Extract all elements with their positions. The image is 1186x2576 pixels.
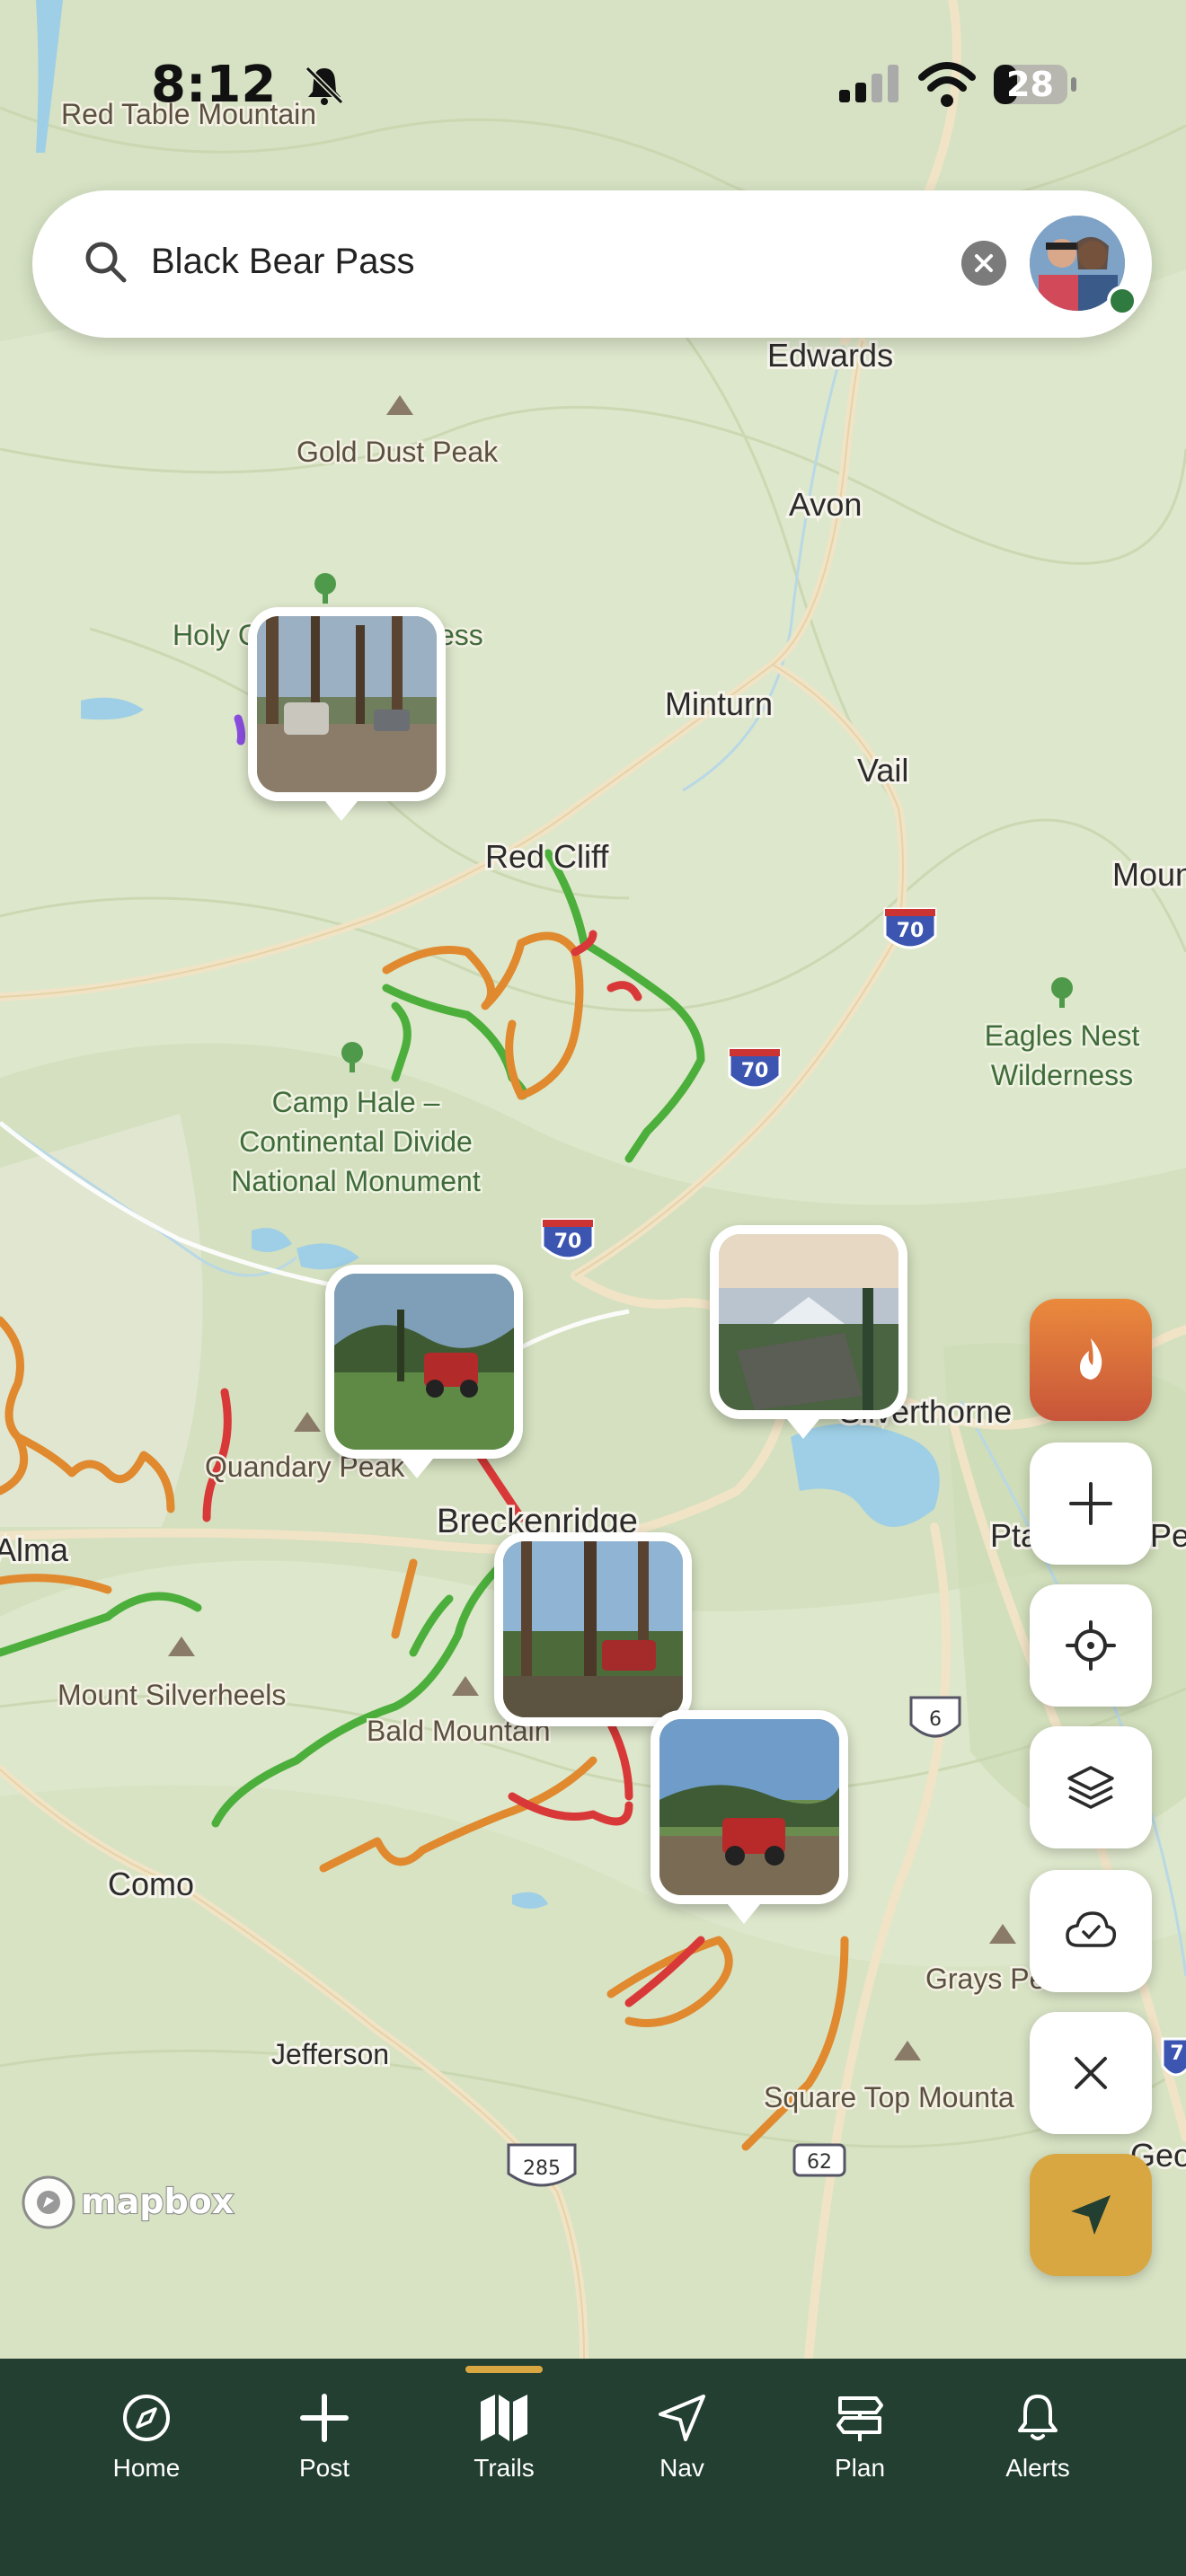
map-label: Mount Silverheels — [58, 1679, 286, 1711]
map-label: Square Top Mounta — [764, 2081, 1014, 2113]
route62-shield-label: 62 — [807, 2151, 832, 2174]
map-label: Gold Dust Peak — [296, 436, 499, 468]
mountain-view-photo — [719, 1234, 898, 1410]
map-label: Edwards — [767, 337, 893, 374]
bell-icon — [1018, 2395, 1058, 2440]
map-label: Moun — [1112, 856, 1186, 893]
map-label: Alma — [0, 1531, 69, 1568]
nav-nav[interactable]: Nav — [606, 2389, 758, 2506]
nav-post[interactable]: Post — [248, 2389, 401, 2506]
map-label: Avon — [789, 486, 862, 523]
jeep-trailhead-photo — [659, 1719, 839, 1895]
pin-tip — [401, 1459, 433, 1478]
map-label: Minturn — [665, 685, 773, 722]
nav-label: Plan — [834, 2454, 886, 2482]
route-shield-label: 7 — [1170, 2042, 1183, 2065]
mapbox-wordmark: mapbox — [81, 2182, 234, 2221]
i70-shield-label: 70 — [741, 1060, 769, 1082]
trail-photo-pin[interactable] — [651, 1710, 848, 1904]
map-label: Vail — [857, 752, 908, 789]
plus-icon — [1069, 1482, 1112, 1525]
trail-photo-pin[interactable] — [325, 1265, 523, 1459]
pin-tip — [787, 1419, 819, 1439]
map-label: Red Cliff — [485, 838, 609, 875]
map-label: Camp Hale – — [272, 1086, 440, 1118]
crosshair-icon — [1066, 1620, 1116, 1671]
cellular-signal-icon — [839, 65, 898, 102]
layers-button[interactable] — [1030, 1726, 1152, 1848]
compass-icon — [123, 2395, 170, 2441]
us285-shield-label: 285 — [523, 2157, 561, 2180]
nav-alerts[interactable]: Alerts — [961, 2389, 1114, 2506]
pin-tip — [325, 801, 358, 821]
nav-label: Trails — [474, 2454, 535, 2482]
bell-slash-icon — [305, 66, 344, 105]
jeep-meadow-photo — [334, 1274, 514, 1450]
search-input[interactable]: Black Bear Pass — [151, 234, 414, 289]
fire-icon — [1080, 1338, 1102, 1380]
map-label: Wilderness — [991, 1059, 1133, 1091]
navigate-button[interactable] — [1030, 2154, 1152, 2276]
navigation-arrow-icon — [1071, 2195, 1111, 2235]
forest-camp-photo — [503, 1541, 683, 1717]
map-label: Eagles Nest — [985, 1019, 1140, 1052]
nav-label: Home — [112, 2454, 181, 2482]
offline-maps-button[interactable] — [1030, 1870, 1152, 1992]
search-icon — [85, 242, 127, 283]
i70-shield-label: 70 — [554, 1231, 582, 1253]
map-label: Pea — [1150, 1517, 1186, 1554]
locate-button[interactable] — [1030, 1584, 1152, 1707]
online-status-indicator — [1107, 286, 1137, 316]
nav-label: Alerts — [1005, 2454, 1070, 2482]
i70-shield-label: 70 — [897, 920, 925, 942]
trail-photo-pin[interactable] — [248, 607, 446, 801]
nav-trails[interactable]: Trails — [428, 2389, 580, 2506]
active-tab-indicator — [465, 2366, 543, 2373]
add-button[interactable] — [1030, 1442, 1152, 1565]
nav-plan[interactable]: Plan — [783, 2389, 936, 2506]
status-time: 8:12 — [151, 56, 277, 114]
signpost-icon — [836, 2396, 883, 2441]
status-bar: 8:12 28 — [0, 0, 1186, 171]
bottom-nav: Home Post Trails Nav Plan Alerts — [0, 2359, 1186, 2576]
map[interactable]: 70 70 70 7 6 285 62 Red Table Mountain G… — [0, 0, 1186, 2359]
nav-label: Nav — [659, 2454, 704, 2482]
cloud-check-icon — [1066, 1911, 1117, 1947]
close-icon — [1075, 2057, 1107, 2089]
fire-button[interactable] — [1030, 1299, 1152, 1421]
nav-home[interactable]: Home — [70, 2389, 223, 2506]
campsite-photo — [257, 616, 437, 792]
search-bar[interactable]: Black Bear Pass — [32, 190, 1152, 338]
map-icon — [481, 2395, 527, 2441]
battery-level: 28 — [1006, 65, 1054, 104]
plus-icon — [300, 2394, 349, 2442]
clear-search-button[interactable] — [961, 241, 1006, 286]
trail-photo-pin[interactable] — [710, 1225, 907, 1419]
map-label: Grays Pe — [925, 1963, 1045, 1995]
map-label: Continental Divide — [239, 1125, 473, 1158]
nav-label: Post — [298, 2454, 350, 2482]
close-button[interactable] — [1030, 2012, 1152, 2134]
wifi-icon — [918, 62, 976, 107]
pin-tip — [728, 1904, 760, 1924]
layers-icon — [1067, 1766, 1114, 1809]
trail-photo-pin[interactable] — [494, 1532, 692, 1726]
map-label: Como — [108, 1866, 194, 1902]
map-label: Holy C — [173, 619, 259, 651]
map-label: Jefferson — [271, 2038, 389, 2070]
mapbox-logo[interactable]: mapbox — [20, 2174, 253, 2231]
map-label: National Monument — [231, 1165, 481, 1197]
navigation-arrow-icon — [659, 2395, 705, 2441]
us6-shield-label: 6 — [929, 1708, 942, 1731]
